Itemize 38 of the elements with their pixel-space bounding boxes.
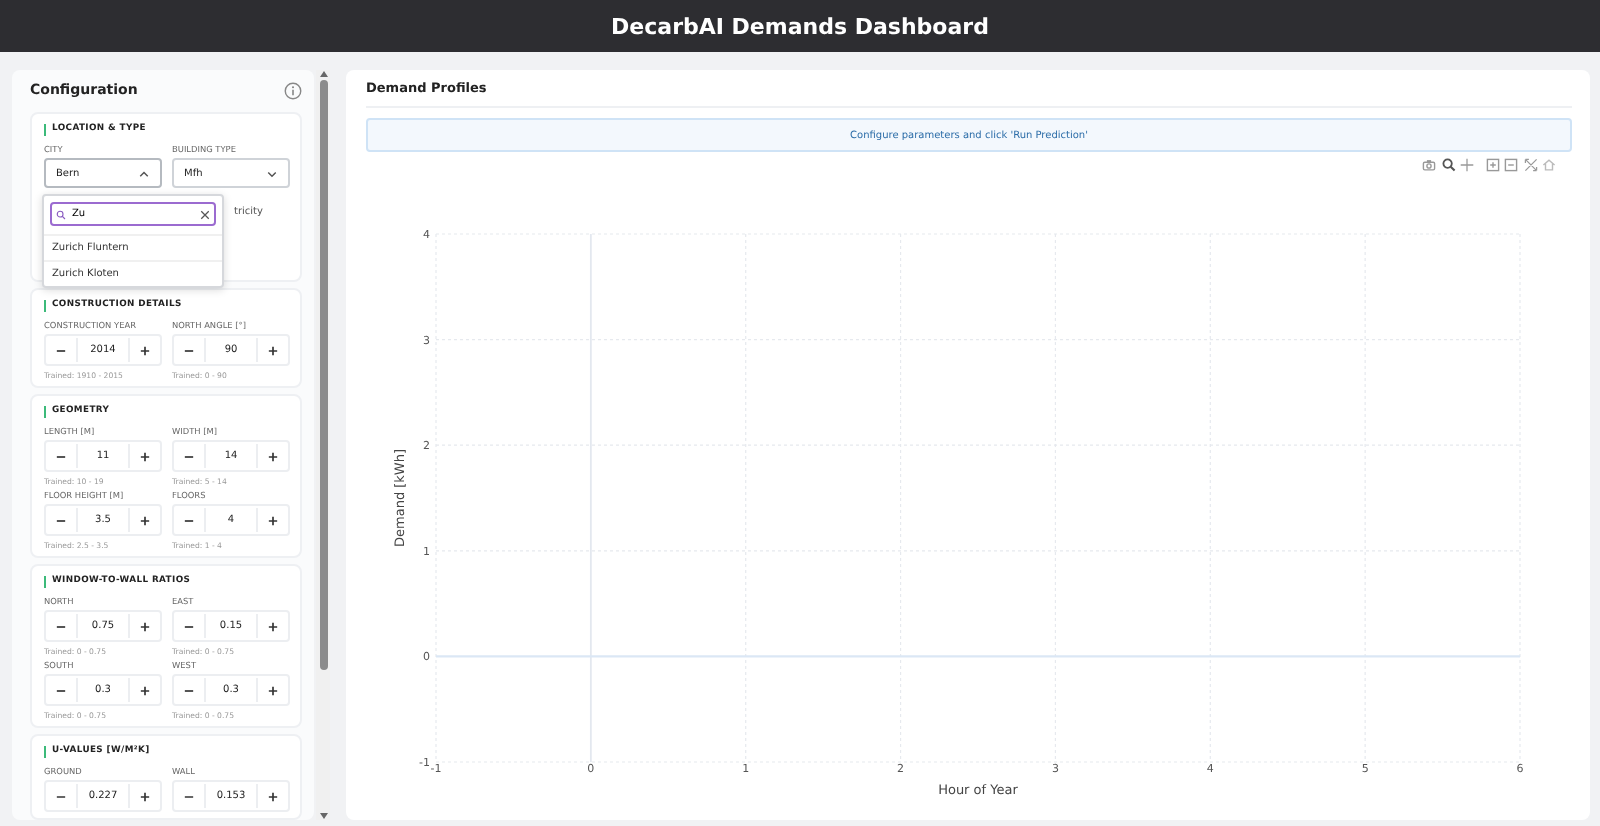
arrow-down-icon[interactable] bbox=[317, 812, 329, 820]
minus-icon bbox=[184, 345, 194, 355]
arrow-up-icon[interactable] bbox=[317, 70, 329, 78]
minus-icon bbox=[184, 515, 194, 525]
minus-icon bbox=[56, 791, 66, 801]
minus-icon bbox=[56, 685, 66, 695]
zoom-icon[interactable] bbox=[1441, 158, 1455, 172]
plus-icon bbox=[268, 685, 278, 695]
minus-icon bbox=[56, 451, 66, 461]
plus-icon bbox=[140, 345, 150, 355]
minus-icon bbox=[56, 345, 66, 355]
plus-icon bbox=[140, 515, 150, 525]
scrollbar[interactable] bbox=[316, 70, 330, 820]
plus-icon bbox=[268, 451, 278, 461]
plus-icon bbox=[268, 621, 278, 631]
close-icon[interactable] bbox=[200, 209, 210, 219]
plus-icon bbox=[268, 345, 278, 355]
minus-icon bbox=[184, 685, 194, 695]
minus-icon bbox=[56, 515, 66, 525]
minus-icon bbox=[184, 791, 194, 801]
chevron-icon bbox=[138, 167, 150, 179]
zoom-out-icon[interactable] bbox=[1504, 158, 1518, 172]
search-icon bbox=[56, 209, 66, 219]
minus-icon bbox=[184, 621, 194, 631]
plus-icon bbox=[268, 791, 278, 801]
chevron-icon bbox=[266, 167, 278, 179]
info-icon[interactable] bbox=[284, 81, 302, 99]
plus-icon bbox=[140, 451, 150, 461]
minus-icon bbox=[184, 451, 194, 461]
plus-icon bbox=[140, 791, 150, 801]
plus-icon bbox=[140, 685, 150, 695]
app-title: DecarbAI Demands Dashboard bbox=[611, 13, 989, 39]
minus-icon bbox=[56, 621, 66, 631]
plus-icon bbox=[140, 621, 150, 631]
zoom-in-icon[interactable] bbox=[1485, 158, 1499, 172]
plus-icon bbox=[268, 515, 278, 525]
camera-icon[interactable] bbox=[1422, 158, 1436, 172]
autoscale-icon[interactable] bbox=[1523, 158, 1537, 172]
